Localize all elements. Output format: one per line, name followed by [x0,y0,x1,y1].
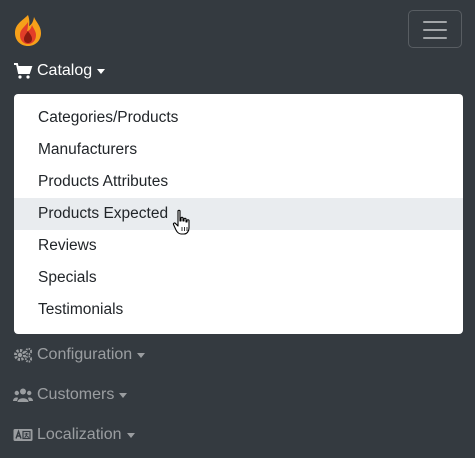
flame-logo-icon [15,15,41,46]
dropdown-item-products-expected[interactable]: Products Expected [14,198,463,230]
nav-localization[interactable]: Localization [13,426,135,444]
hamburger-icon [423,21,447,23]
brand-logo[interactable] [12,13,44,47]
catalog-dropdown-menu: Categories/Products Manufacturers Produc… [14,94,463,334]
dropdown-item-reviews[interactable]: Reviews [14,230,463,262]
dropdown-item-testimonials[interactable]: Testimonials [14,294,463,326]
nav-configuration[interactable]: Configuration [13,346,146,364]
chevron-down-icon [126,433,135,438]
chevron-down-icon [137,353,146,358]
nav-configuration-label: Configuration [37,346,133,363]
navbar: Catalog Categories/Products Manufacturer… [0,0,475,458]
nav-catalog-label: Catalog [37,62,93,79]
users-icon [13,388,33,402]
navbar-toggler-button[interactable] [408,10,462,48]
nav-catalog[interactable]: Catalog [13,62,106,80]
language-icon [13,429,33,441]
hand-pointer-cursor-icon [172,209,190,235]
dropdown-item-categories-products[interactable]: Categories/Products [14,102,463,134]
dropdown-item-specials[interactable]: Specials [14,262,463,294]
chevron-down-icon [119,393,128,398]
dropdown-item-manufacturers[interactable]: Manufacturers [14,134,463,166]
nav-customers-label: Customers [37,386,115,403]
chevron-down-icon [97,69,106,74]
nav-localization-label: Localization [37,426,122,443]
gears-icon [14,347,33,363]
nav-customers[interactable]: Customers [13,386,128,404]
shopping-cart-icon [14,63,33,79]
dropdown-item-products-attributes[interactable]: Products Attributes [14,166,463,198]
